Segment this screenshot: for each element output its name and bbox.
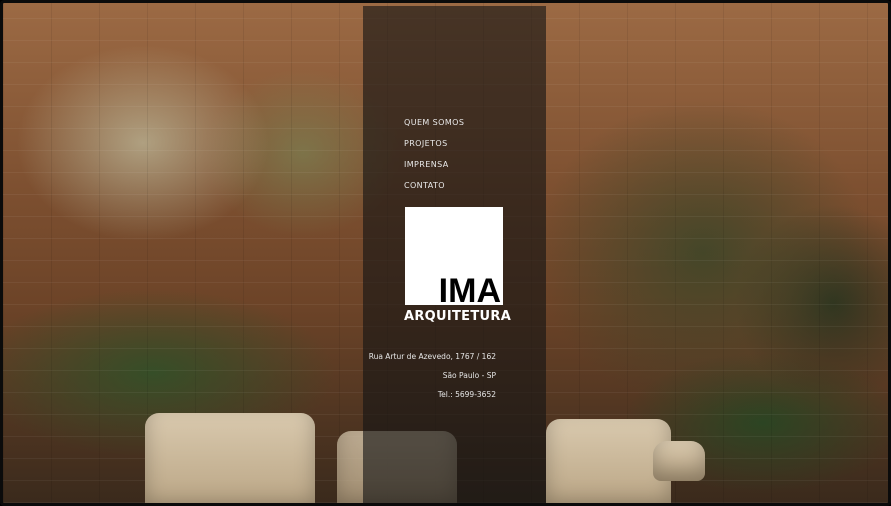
nav-item-quem-somos[interactable]: QUEM SOMOS [404,117,464,138]
cushion-far-right [653,441,705,481]
page-frame: QUEM SOMOS PROJETOS IMPRENSA CONTATO IMA… [0,0,891,506]
nav-item-projetos[interactable]: PROJETOS [404,138,464,159]
address-city: São Paulo - SP [442,371,496,380]
nav-item-contato[interactable]: CONTATO [404,180,464,201]
address-block: Rua Artur de Azevedo, 1767 / 162 São Pau… [369,347,496,404]
cushion-left [145,413,315,503]
logo-mark: IMA [438,272,501,310]
nav-item-imprensa[interactable]: IMPRENSA [404,159,464,180]
main-nav: QUEM SOMOS PROJETOS IMPRENSA CONTATO [404,117,464,201]
address-street: Rua Artur de Azevedo, 1767 / 162 [368,352,496,361]
logo-wordmark: ARQUITETURA [404,309,512,324]
logo-box[interactable]: IMA [405,207,503,310]
address-phone: Tel.: 5699-3652 [437,390,496,399]
